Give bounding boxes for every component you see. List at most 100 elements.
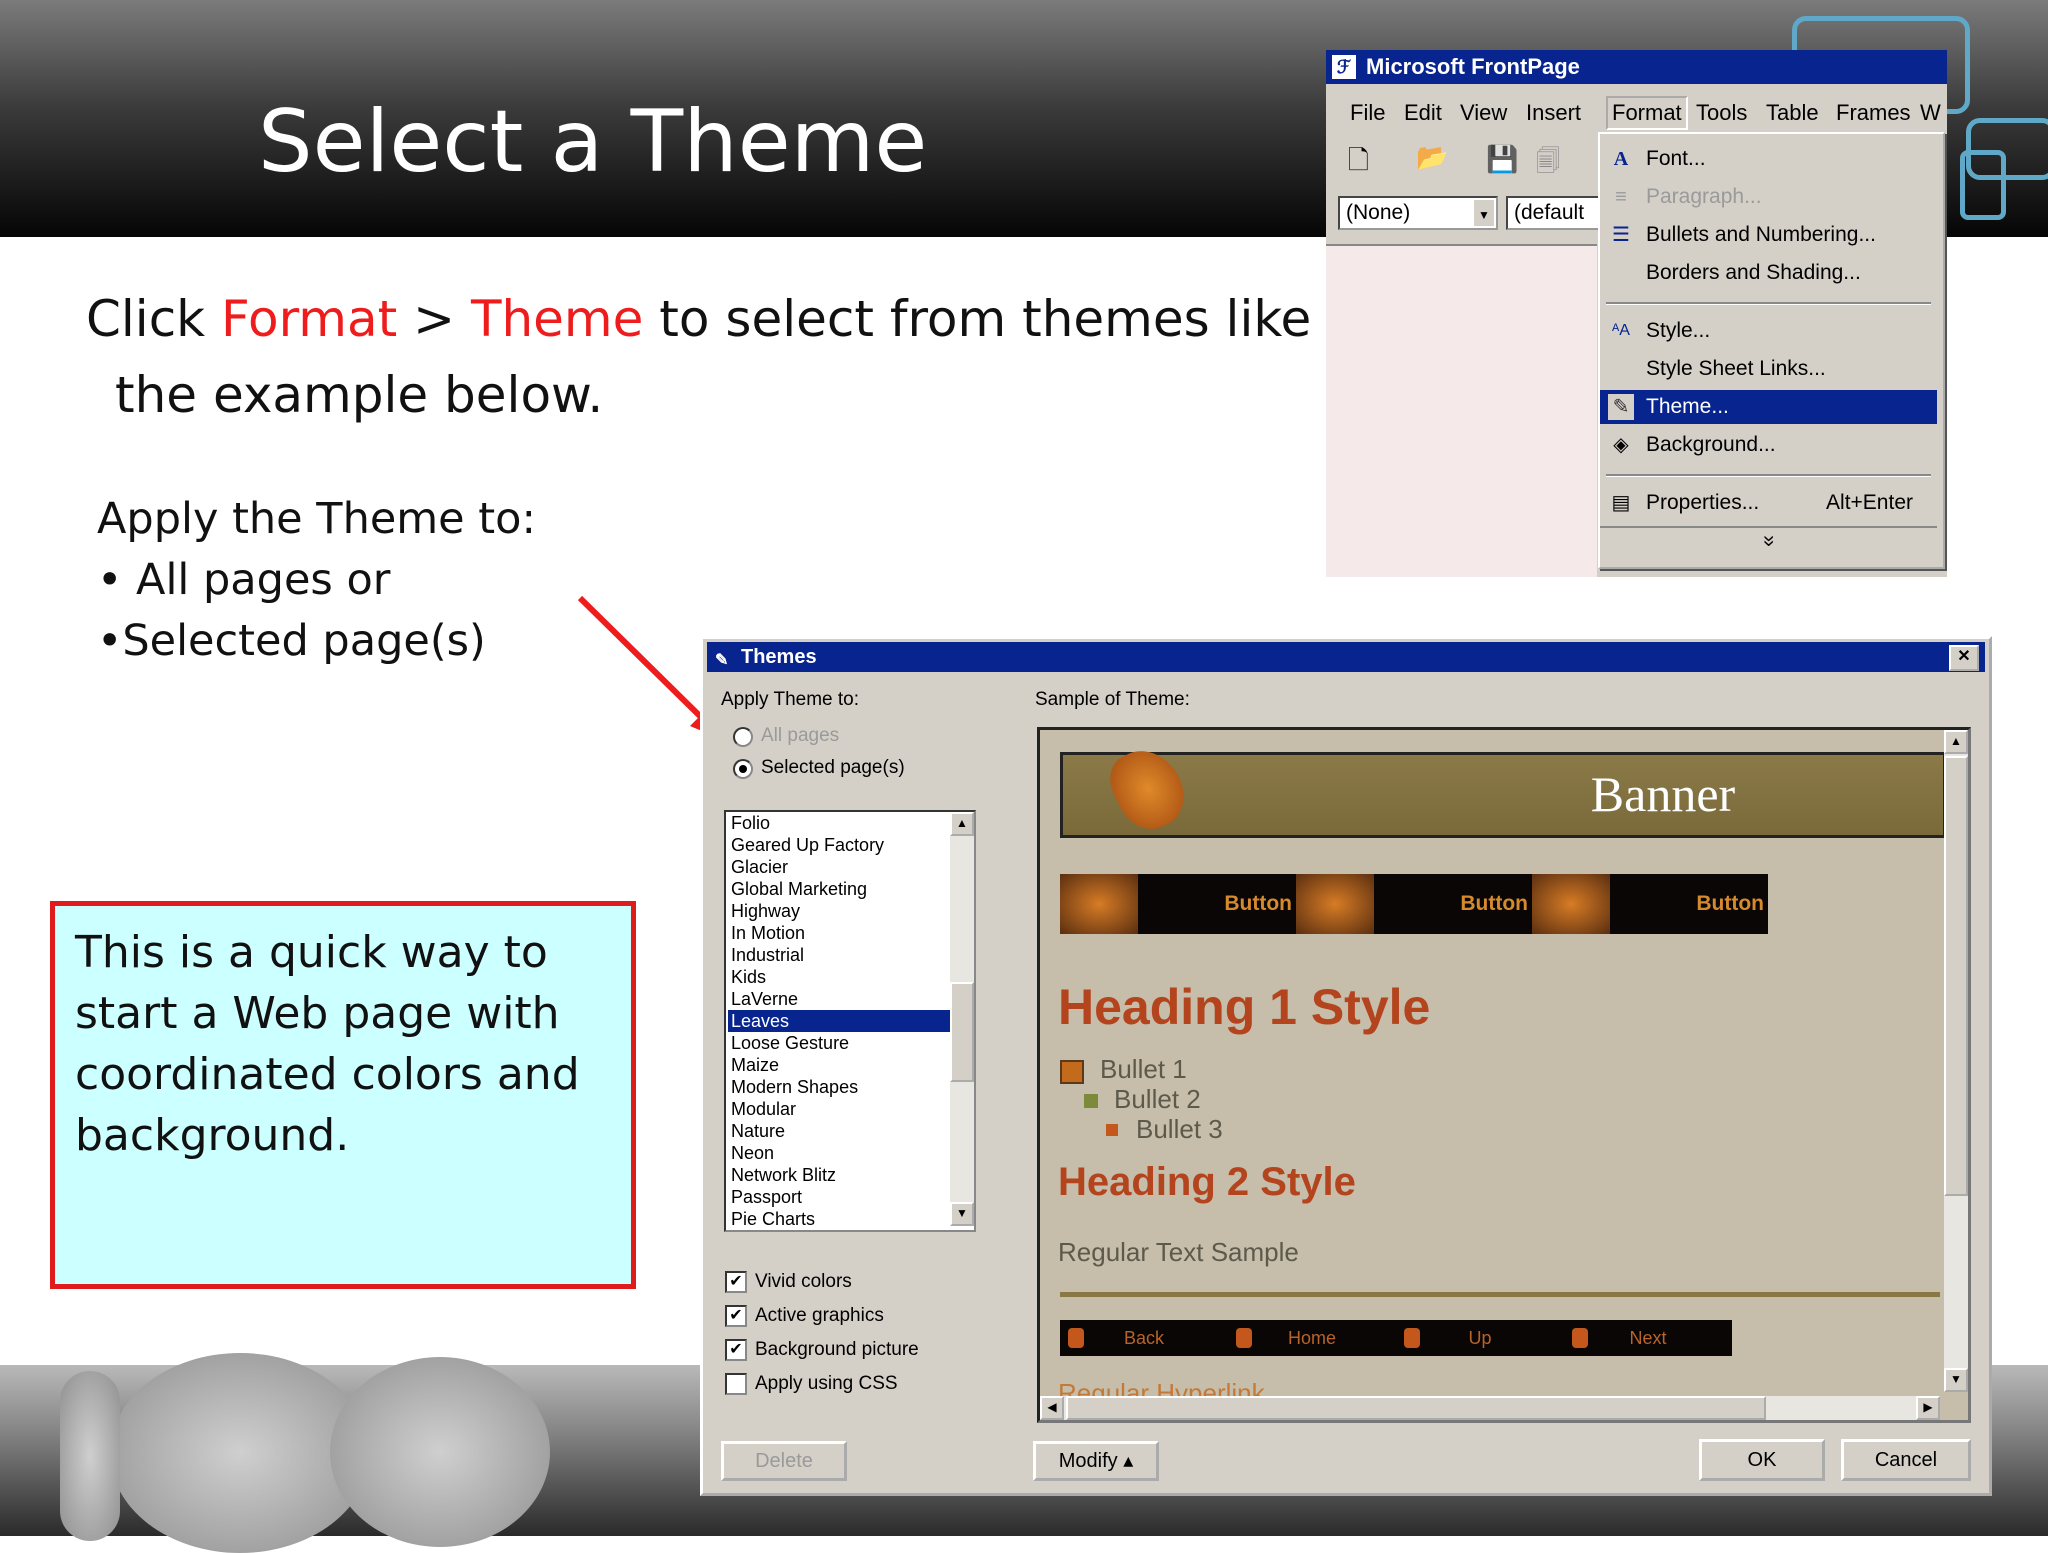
modify-button[interactable]: Modify ▴ (1033, 1441, 1159, 1481)
font-combo-value: (default (1514, 201, 1585, 224)
preview-vertical-scrollbar[interactable]: ▲ ▼ (1944, 730, 1968, 1392)
delete-button[interactable]: Delete (721, 1441, 847, 1481)
scroll-left-icon[interactable]: ◀ (1040, 1396, 1064, 1420)
menu-item-theme[interactable]: ✎ Theme... (1600, 390, 1937, 424)
bullet-icon (1106, 1124, 1118, 1136)
menu-item-label: Borders and Shading... (1646, 261, 1861, 284)
leaf-graphic (1532, 874, 1610, 934)
list-item-selected[interactable]: Leaves (728, 1010, 968, 1032)
sample-nav-up: Up (1396, 1320, 1564, 1356)
list-item[interactable]: Industrial (728, 944, 968, 966)
sample-button: Button (1532, 874, 1768, 934)
menu-file[interactable]: File (1350, 100, 1385, 126)
menu-item-bullets[interactable]: ☰ Bullets and Numbering... (1600, 218, 1937, 252)
open-folder-icon[interactable]: 📂 (1416, 142, 1448, 173)
scroll-thumb[interactable] (950, 982, 974, 1082)
list-item[interactable]: Passport (728, 1186, 968, 1208)
format-menu: A Font... ≡ Paragraph... ☰ Bullets and N… (1598, 132, 1945, 569)
scroll-right-icon[interactable]: ▶ (1916, 1396, 1940, 1420)
menu-item-label: Theme... (1646, 395, 1729, 418)
list-item[interactable]: In Motion (728, 922, 968, 944)
font-combo[interactable]: (default (1506, 196, 1606, 230)
sample-nav-next: Next (1564, 1320, 1732, 1356)
leaf-graphic (1060, 874, 1138, 934)
menu-window[interactable]: W (1920, 100, 1941, 126)
menu-table[interactable]: Table (1766, 100, 1819, 126)
list-item[interactable]: Geared Up Factory (728, 834, 968, 856)
sample-button: Button (1296, 874, 1532, 934)
format-keyword: Format (221, 290, 398, 348)
preview-horizontal-scrollbar[interactable]: ◀ ▶ (1040, 1396, 1940, 1420)
save-icon[interactable]: 💾 (1486, 144, 1518, 175)
leaf-graphic (1404, 1328, 1420, 1348)
sample-bullet-3: Bullet 3 (1136, 1114, 1223, 1144)
radio-all-pages[interactable] (733, 727, 753, 747)
menu-item-label: Font... (1646, 147, 1706, 170)
list-item[interactable]: Modular (728, 1098, 968, 1120)
ok-button[interactable]: OK (1699, 1439, 1825, 1481)
menu-expand-arrows[interactable]: » (1600, 526, 1937, 556)
close-icon[interactable]: ✕ (1949, 645, 1979, 671)
combo-dropdown-icon[interactable]: ▼ (1474, 200, 1494, 226)
background-picture-checkbox[interactable]: ✔ (725, 1339, 747, 1361)
list-item[interactable]: Loose Gesture (728, 1032, 968, 1054)
list-item[interactable]: Nature (728, 1120, 968, 1142)
scroll-thumb[interactable] (1944, 756, 1968, 1196)
menu-item-style-sheet-links[interactable]: Style Sheet Links... (1600, 352, 1937, 386)
menu-format[interactable]: Format (1606, 96, 1688, 130)
theme-icon: ✎ (1608, 394, 1634, 420)
radio-selected-pages[interactable] (733, 759, 753, 779)
active-graphics-checkbox[interactable]: ✔ (725, 1305, 747, 1327)
leaf-graphic (1296, 874, 1374, 934)
menu-item-borders[interactable]: Borders and Shading... (1600, 256, 1937, 290)
callout-text: This is a quick way to start a Web page … (75, 927, 580, 1161)
menu-item-properties[interactable]: ▤ Properties... Alt+Enter (1600, 486, 1937, 520)
style-combo[interactable]: (None) ▼ (1338, 196, 1498, 230)
active-graphics-label: Active graphics (755, 1305, 884, 1326)
menu-item-background[interactable]: ◈ Background... (1600, 428, 1937, 462)
sample-bullet-1: Bullet 1 (1100, 1054, 1187, 1084)
list-item[interactable]: Neon (728, 1142, 968, 1164)
scroll-up-icon[interactable]: ▲ (950, 812, 974, 836)
scroll-up-icon[interactable]: ▲ (1944, 730, 1968, 754)
frontpage-title: Microsoft FrontPage (1366, 54, 1580, 79)
scroll-down-icon[interactable]: ▼ (1944, 1368, 1968, 1392)
scroll-down-icon[interactable]: ▼ (950, 1202, 974, 1226)
sample-button-label: Button (1460, 892, 1528, 915)
list-item[interactable]: Maize (728, 1054, 968, 1076)
menu-item-paragraph[interactable]: ≡ Paragraph... (1600, 180, 1937, 214)
list-item[interactable]: Modern Shapes (728, 1076, 968, 1098)
scroll-thumb[interactable] (1066, 1396, 1766, 1420)
list-item[interactable]: Highway (728, 900, 968, 922)
list-item[interactable]: Kids (728, 966, 968, 988)
frontpage-titlebar: ℱ Microsoft FrontPage (1326, 50, 1947, 84)
banner-text: Banner (1590, 766, 1736, 822)
new-page-icon[interactable]: 🗋 (1348, 142, 1369, 186)
frontpage-menubar: File Edit View Insert Format Tools Table… (1326, 94, 1947, 134)
themes-titlebar: ✎ Themes ✕ (707, 642, 1985, 672)
theme-listbox[interactable]: Folio Geared Up Factory Glacier Global M… (724, 810, 976, 1232)
list-item[interactable]: Pie Charts (728, 1208, 968, 1230)
list-item[interactable]: Global Marketing (728, 878, 968, 900)
menu-tools[interactable]: Tools (1696, 100, 1747, 126)
theme-list-scrollbar[interactable]: ▲ ▼ (950, 812, 974, 1226)
vivid-colors-checkbox[interactable]: ✔ (725, 1271, 747, 1293)
cancel-button[interactable]: Cancel (1841, 1439, 1971, 1481)
list-item[interactable]: LaVerne (728, 988, 968, 1010)
menu-view[interactable]: View (1460, 100, 1507, 126)
list-item[interactable]: Folio (728, 812, 968, 834)
sample-heading-1: Heading 1 Style (1058, 979, 1431, 1035)
list-item[interactable]: Network Blitz (728, 1164, 968, 1186)
sample-button: Button (1060, 874, 1296, 934)
bullet-icon (1084, 1094, 1098, 1108)
menu-edit[interactable]: Edit (1404, 100, 1442, 126)
apply-css-checkbox[interactable] (725, 1373, 747, 1395)
menu-insert[interactable]: Insert (1526, 100, 1581, 126)
list-item[interactable]: Glacier (728, 856, 968, 878)
publish-icon[interactable]: 🗐 (1536, 144, 1560, 185)
apply-heading: Apply the Theme to: (97, 494, 536, 544)
menu-item-font[interactable]: A Font... (1600, 142, 1937, 176)
menu-item-style[interactable]: ᴬA Style... (1600, 314, 1937, 348)
menu-frames[interactable]: Frames (1836, 100, 1911, 126)
bullet-icon (1060, 1060, 1084, 1084)
